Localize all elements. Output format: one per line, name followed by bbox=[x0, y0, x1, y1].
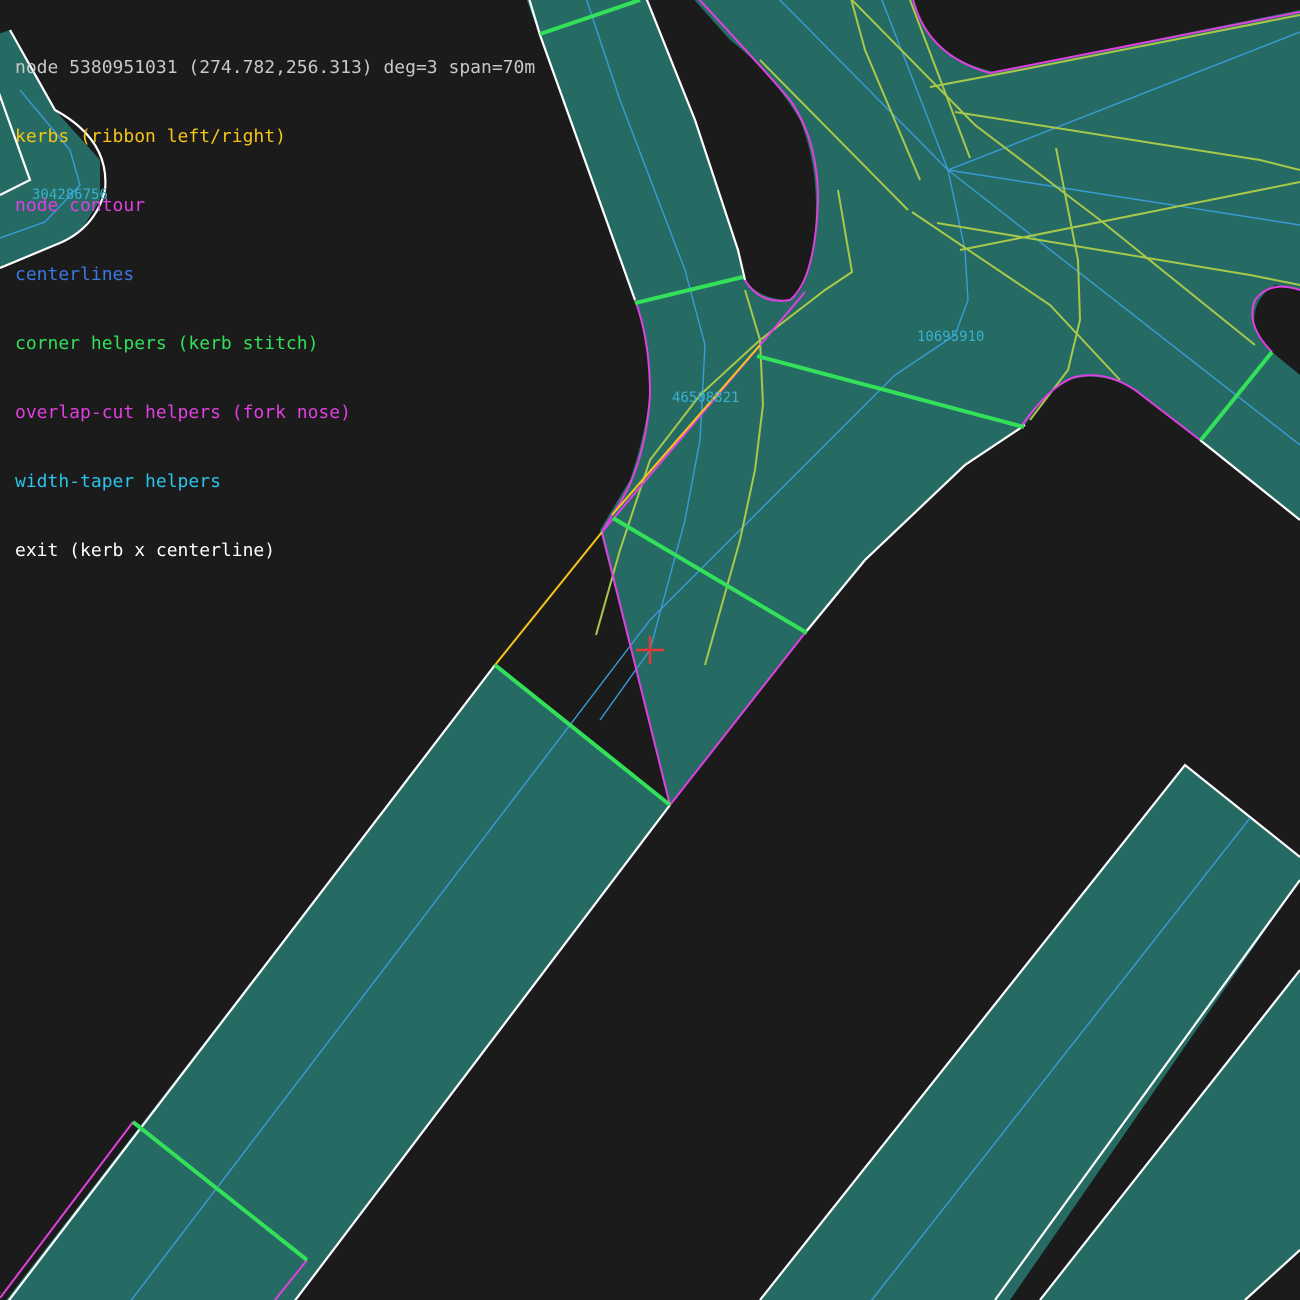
road-ribbon-northwest bbox=[0, 30, 100, 268]
road-ribbon-southwest bbox=[6, 665, 670, 1300]
way-label-46508821: 46508821 bbox=[672, 390, 739, 406]
way-label-304286756: 304286756 bbox=[32, 187, 108, 203]
way-label-10695910: 10695910 bbox=[917, 329, 984, 345]
junction-debug-view: 304286756 46508821 10695910 node 5380951… bbox=[0, 0, 1300, 1300]
kerb-left-sw bbox=[494, 531, 603, 666]
road-network-map[interactable]: 304286756 46508821 10695910 bbox=[0, 0, 1300, 1300]
road-ribbon-north bbox=[526, 0, 745, 300]
